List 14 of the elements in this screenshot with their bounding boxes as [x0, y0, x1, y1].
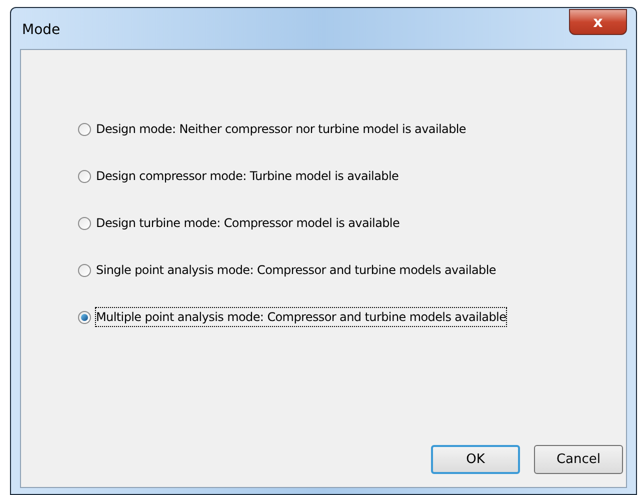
radio-label[interactable]: Design compressor mode: Turbine model is available [95, 166, 400, 186]
radio-button[interactable] [78, 216, 91, 230]
radio-button[interactable] [78, 170, 91, 182]
radio-label[interactable]: Single point analysis mode: Compressor and turbine models available [95, 260, 497, 280]
radio-button[interactable] [78, 310, 91, 324]
dialog-button[interactable]: OK [431, 445, 520, 474]
radio-label[interactable]: Design turbine mode: Compressor model is available [95, 213, 401, 233]
radio-label[interactable]: Design mode: Neither compressor nor turbine model is available [95, 119, 468, 139]
window-title: Mode [22, 21, 60, 40]
radio-label[interactable]: Multiple point analysis mode: Compressor and turbine models available [95, 307, 508, 327]
radio-button[interactable] [78, 264, 91, 276]
radio-button[interactable] [78, 122, 91, 136]
close-button[interactable]: x [569, 9, 627, 35]
dialog-button[interactable]: Cancel [534, 445, 623, 474]
